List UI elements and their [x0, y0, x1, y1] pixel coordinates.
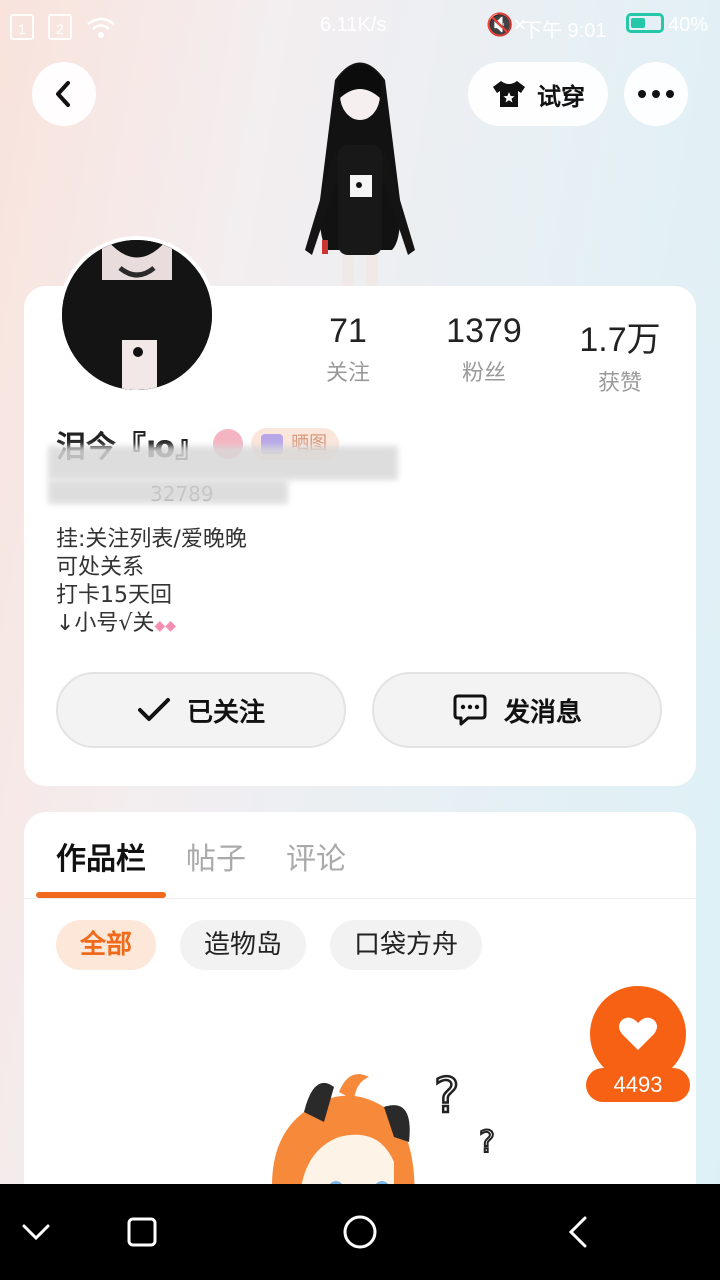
profile-tabs: 作品栏 帖子 评论	[56, 834, 346, 878]
redacted-overlay	[48, 446, 398, 480]
try-on-button[interactable]: 试穿	[468, 62, 608, 126]
avatar[interactable]	[58, 236, 216, 394]
avatar-image	[62, 240, 212, 390]
filter-chips: 全部 造物岛 口袋方舟	[56, 920, 483, 970]
divider	[24, 898, 696, 899]
chevron-down-icon	[22, 1224, 50, 1241]
system-nav-bar	[0, 1184, 720, 1280]
sim1-icon: 1	[10, 14, 34, 40]
avatar-figure-image	[305, 62, 415, 287]
battery-icon	[626, 13, 664, 33]
following-stat[interactable]: 71 关注	[288, 312, 408, 387]
bio-line: 打卡15天回	[56, 583, 172, 608]
battery-percent: 40%	[668, 14, 709, 36]
message-label: 发消息	[503, 697, 582, 728]
back-button[interactable]	[32, 62, 96, 126]
chip-creation-island[interactable]: 造物岛	[180, 920, 307, 970]
message-button[interactable]: 发消息	[372, 672, 662, 748]
like-count: 4493	[586, 1068, 690, 1102]
redacted-id-overlay	[48, 480, 288, 504]
clock: 下午 9:01	[522, 20, 607, 42]
followed-label: 已关注	[186, 697, 265, 728]
followers-stat[interactable]: 1379 粉丝	[424, 312, 544, 387]
chevron-left-icon	[56, 81, 70, 107]
tab-works[interactable]: 作品栏	[56, 834, 146, 878]
lips-icon: ◆◆	[154, 618, 176, 634]
followed-button[interactable]: 已关注	[56, 672, 346, 748]
circle-icon	[343, 1215, 377, 1249]
more-button[interactable]	[624, 62, 688, 126]
likes-stat[interactable]: 1.7万 获赞	[560, 312, 680, 397]
more-dots-icon	[638, 90, 674, 98]
bio-line: ↓小号√关◆◆	[56, 611, 176, 636]
likes-label: 获赞	[597, 371, 642, 396]
chip-all[interactable]: 全部	[56, 920, 157, 970]
nav-back-button[interactable]	[548, 1202, 608, 1262]
bio: 挂:关注列表/爱晚晚 可处关系 打卡15天回 ↓小号√关◆◆	[56, 526, 247, 640]
chevron-left-icon	[568, 1216, 587, 1248]
tab-comments[interactable]: 评论	[286, 834, 346, 878]
tab-posts[interactable]: 帖子	[186, 834, 246, 878]
following-label: 关注	[325, 361, 370, 386]
svg-text:?: ?	[434, 1068, 459, 1124]
svg-text:?: ?	[479, 1125, 495, 1160]
nav-home-button[interactable]	[330, 1202, 390, 1262]
bio-line: 可处关系	[56, 555, 145, 580]
status-bar: 1 2 6.11K/s 🔇× 下午 9:01 40%	[0, 0, 720, 52]
square-icon	[127, 1217, 157, 1247]
nav-recents-button[interactable]	[112, 1202, 172, 1262]
following-count: 71	[329, 312, 367, 350]
wifi-icon	[87, 17, 115, 38]
likes-count: 1.7万	[579, 321, 661, 359]
nav-collapse-button[interactable]	[6, 1202, 66, 1262]
shirt-icon	[493, 81, 525, 107]
mute-icon: 🔇×	[486, 12, 527, 37]
net-speed: 6.11K/s	[320, 14, 387, 36]
check-icon	[137, 698, 170, 721]
chip-pocket-ark[interactable]: 口袋方舟	[330, 920, 483, 970]
bio-line: 挂:关注列表/爱晚晚	[56, 527, 247, 552]
followers-label: 粉丝	[461, 361, 506, 386]
try-on-label: 试穿	[537, 82, 585, 111]
chat-bubble-icon	[453, 694, 487, 726]
heart-icon	[619, 1017, 657, 1050]
followers-count: 1379	[446, 312, 522, 350]
sim2-icon: 2	[48, 14, 72, 40]
